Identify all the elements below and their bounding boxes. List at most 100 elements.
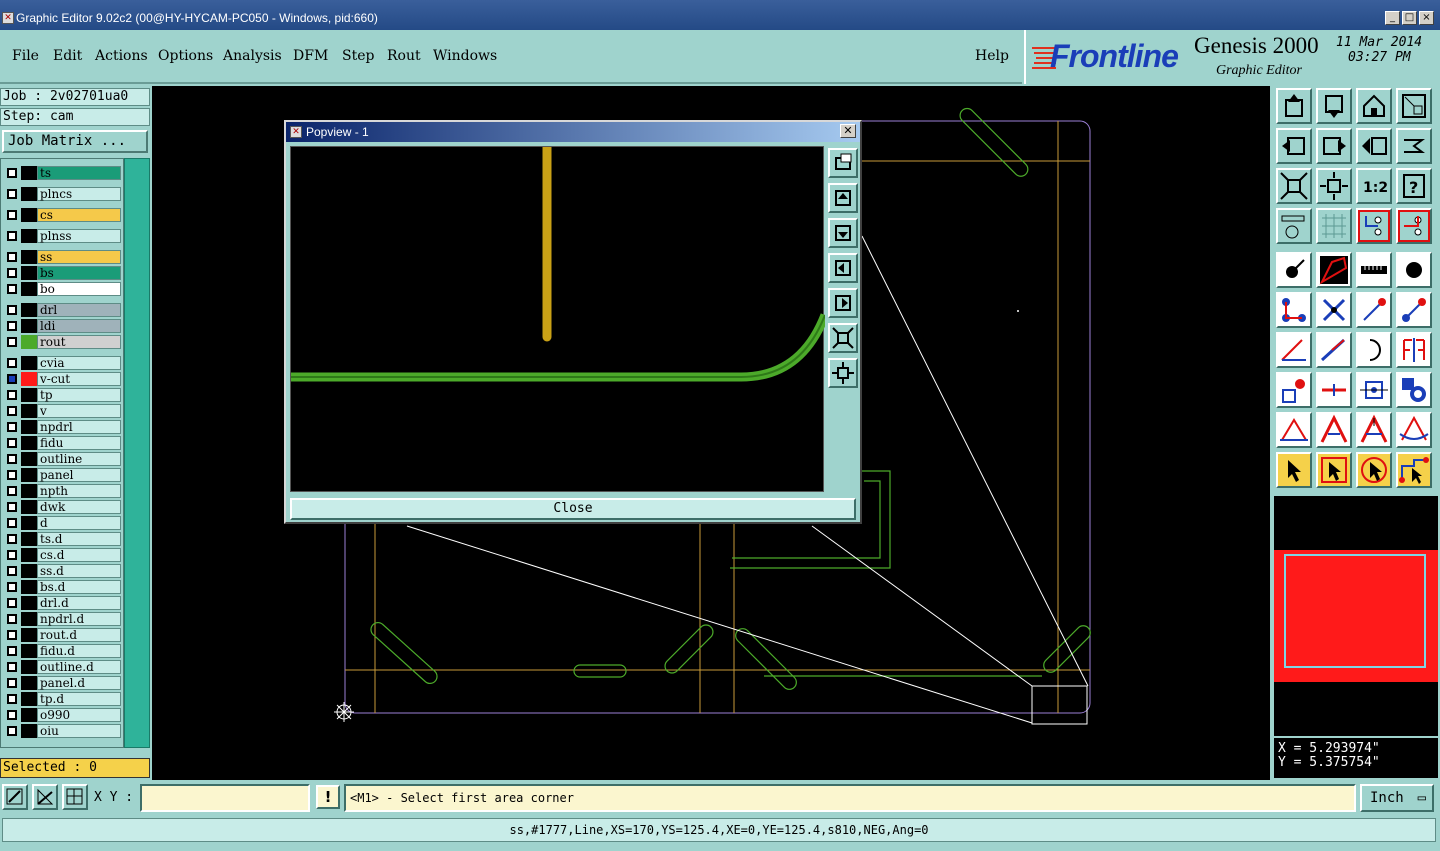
layer-row-v[interactable]: v [3, 404, 121, 418]
layer-checkbox[interactable] [7, 534, 17, 544]
layer-row-bs[interactable]: bs [3, 266, 121, 280]
tool-pad-select-icon[interactable] [1276, 252, 1312, 288]
layer-row-d[interactable]: d [3, 516, 121, 530]
layer-checkbox[interactable] [7, 598, 17, 608]
layer-name[interactable]: plncs [37, 187, 121, 201]
tool-pan-left-icon[interactable] [1276, 128, 1312, 164]
layer-color-swatch[interactable] [21, 500, 37, 514]
layer-checkbox[interactable] [7, 486, 17, 496]
tool-pad-icon[interactable] [1396, 252, 1432, 288]
layer-row-v-cut[interactable]: v-cut [3, 372, 121, 386]
layer-row-ts[interactable]: ts [3, 166, 121, 180]
layer-color-swatch[interactable] [21, 335, 37, 349]
layer-name[interactable]: tp [37, 388, 121, 402]
layer-color-swatch[interactable] [21, 303, 37, 317]
layer-name[interactable]: panel.d [37, 676, 121, 690]
tool-line-end-icon[interactable] [1396, 292, 1432, 328]
layer-row-tp[interactable]: tp [3, 388, 121, 402]
units-selector[interactable]: Inch ▭ [1360, 784, 1434, 812]
layer-color-swatch[interactable] [21, 187, 37, 201]
snap-mode-icon[interactable] [2, 784, 28, 810]
tool-pointer-circle-icon[interactable] [1356, 452, 1392, 488]
layer-color-swatch[interactable] [21, 452, 37, 466]
tool-ruler-icon[interactable] [1356, 252, 1392, 288]
layer-name[interactable]: cs [37, 208, 121, 222]
layer-name[interactable]: tp.d [37, 692, 121, 706]
layer-name[interactable]: drl.d [37, 596, 121, 610]
layer-row-o990[interactable]: o990 [3, 708, 121, 722]
menu-windows[interactable]: Windows [433, 48, 497, 64]
tool-zoom-fit-icon[interactable] [1276, 168, 1312, 204]
layer-row-dwk[interactable]: dwk [3, 500, 121, 514]
layer-checkbox[interactable] [7, 210, 17, 220]
layer-color-swatch[interactable] [21, 166, 37, 180]
app-icon[interactable]: ✕ [2, 12, 14, 24]
menu-analysis[interactable]: Analysis [223, 48, 282, 64]
layer-checkbox[interactable] [7, 231, 17, 241]
menu-actions[interactable]: Actions [95, 48, 148, 64]
layer-row-panel-d[interactable]: panel.d [3, 676, 121, 690]
layer-row-oiu[interactable]: oiu [3, 724, 121, 738]
layer-color-swatch[interactable] [21, 319, 37, 333]
layer-name[interactable]: v-cut [37, 372, 121, 386]
measure-mode-icon[interactable] [32, 784, 58, 810]
layer-color-swatch[interactable] [21, 436, 37, 450]
layer-name[interactable]: plnss [37, 229, 121, 243]
job-matrix-button[interactable]: Job Matrix ... [2, 130, 148, 153]
layer-list-scrollbar[interactable] [124, 158, 150, 748]
layer-name[interactable]: outline.d [37, 660, 121, 674]
layer-color-swatch[interactable] [21, 692, 37, 706]
tool-arc-icon[interactable] [1356, 332, 1392, 368]
tool-move-pad-icon[interactable] [1276, 372, 1312, 408]
tool-grid-icon[interactable] [1316, 208, 1352, 244]
tool-help-query-icon[interactable]: ? [1396, 168, 1432, 204]
menu-edit[interactable]: Edit [53, 48, 82, 64]
layer-row-panel[interactable]: panel [3, 468, 121, 482]
popview-pan-up-icon[interactable] [828, 183, 858, 213]
layer-checkbox[interactable] [7, 518, 17, 528]
layer-row-ldi[interactable]: ldi [3, 319, 121, 333]
layer-row-cvia[interactable]: cvia [3, 356, 121, 370]
tool-line-break-icon[interactable] [1316, 372, 1352, 408]
layer-color-swatch[interactable] [21, 548, 37, 562]
layer-color-swatch[interactable] [21, 612, 37, 626]
tool-zoom-center-icon[interactable] [1316, 168, 1352, 204]
tool-draw-line-blue-icon[interactable] [1316, 332, 1352, 368]
layer-checkbox[interactable] [7, 438, 17, 448]
layer-row-npdrl-d[interactable]: npdrl.d [3, 612, 121, 626]
tool-line-node-icon[interactable] [1356, 292, 1392, 328]
layer-row-rout-d[interactable]: rout.d [3, 628, 121, 642]
layer-color-swatch[interactable] [21, 250, 37, 264]
layer-color-swatch[interactable] [21, 388, 37, 402]
layer-checkbox[interactable] [7, 284, 17, 294]
tool-triangle-b-icon[interactable] [1396, 412, 1432, 448]
layer-name[interactable]: fidu.d [37, 644, 121, 658]
layer-row-plncs[interactable]: plncs [3, 187, 121, 201]
popview-close-icon[interactable]: ✕ [840, 124, 856, 138]
layer-row-tp-d[interactable]: tp.d [3, 692, 121, 706]
layer-name[interactable]: rout.d [37, 628, 121, 642]
layer-checkbox[interactable] [7, 614, 17, 624]
layer-color-swatch[interactable] [21, 484, 37, 498]
layer-checkbox[interactable] [7, 268, 17, 278]
tool-triangle-a-icon[interactable] [1356, 412, 1392, 448]
tool-snap-net-alt-icon[interactable] [1396, 208, 1432, 244]
layer-color-swatch[interactable] [21, 372, 37, 386]
xy-input[interactable] [140, 784, 310, 812]
maximize-button[interactable]: □ [1402, 11, 1417, 25]
layer-name[interactable]: v [37, 404, 121, 418]
layer-name[interactable]: rout [37, 335, 121, 349]
layer-color-swatch[interactable] [21, 724, 37, 738]
layer-row-plnss[interactable]: plnss [3, 229, 121, 243]
layer-name[interactable]: d [37, 516, 121, 530]
layer-name[interactable]: drl [37, 303, 121, 317]
menu-rout[interactable]: Rout [387, 48, 421, 64]
layer-name[interactable]: outline [37, 452, 121, 466]
overview-preview[interactable] [1274, 496, 1438, 736]
tool-pan-right-icon[interactable] [1316, 128, 1352, 164]
layer-color-swatch[interactable] [21, 532, 37, 546]
tool-home-icon[interactable] [1356, 88, 1392, 124]
layer-checkbox[interactable] [7, 646, 17, 656]
tool-polygon-select-icon[interactable] [1316, 252, 1352, 288]
layer-checkbox[interactable] [7, 454, 17, 464]
